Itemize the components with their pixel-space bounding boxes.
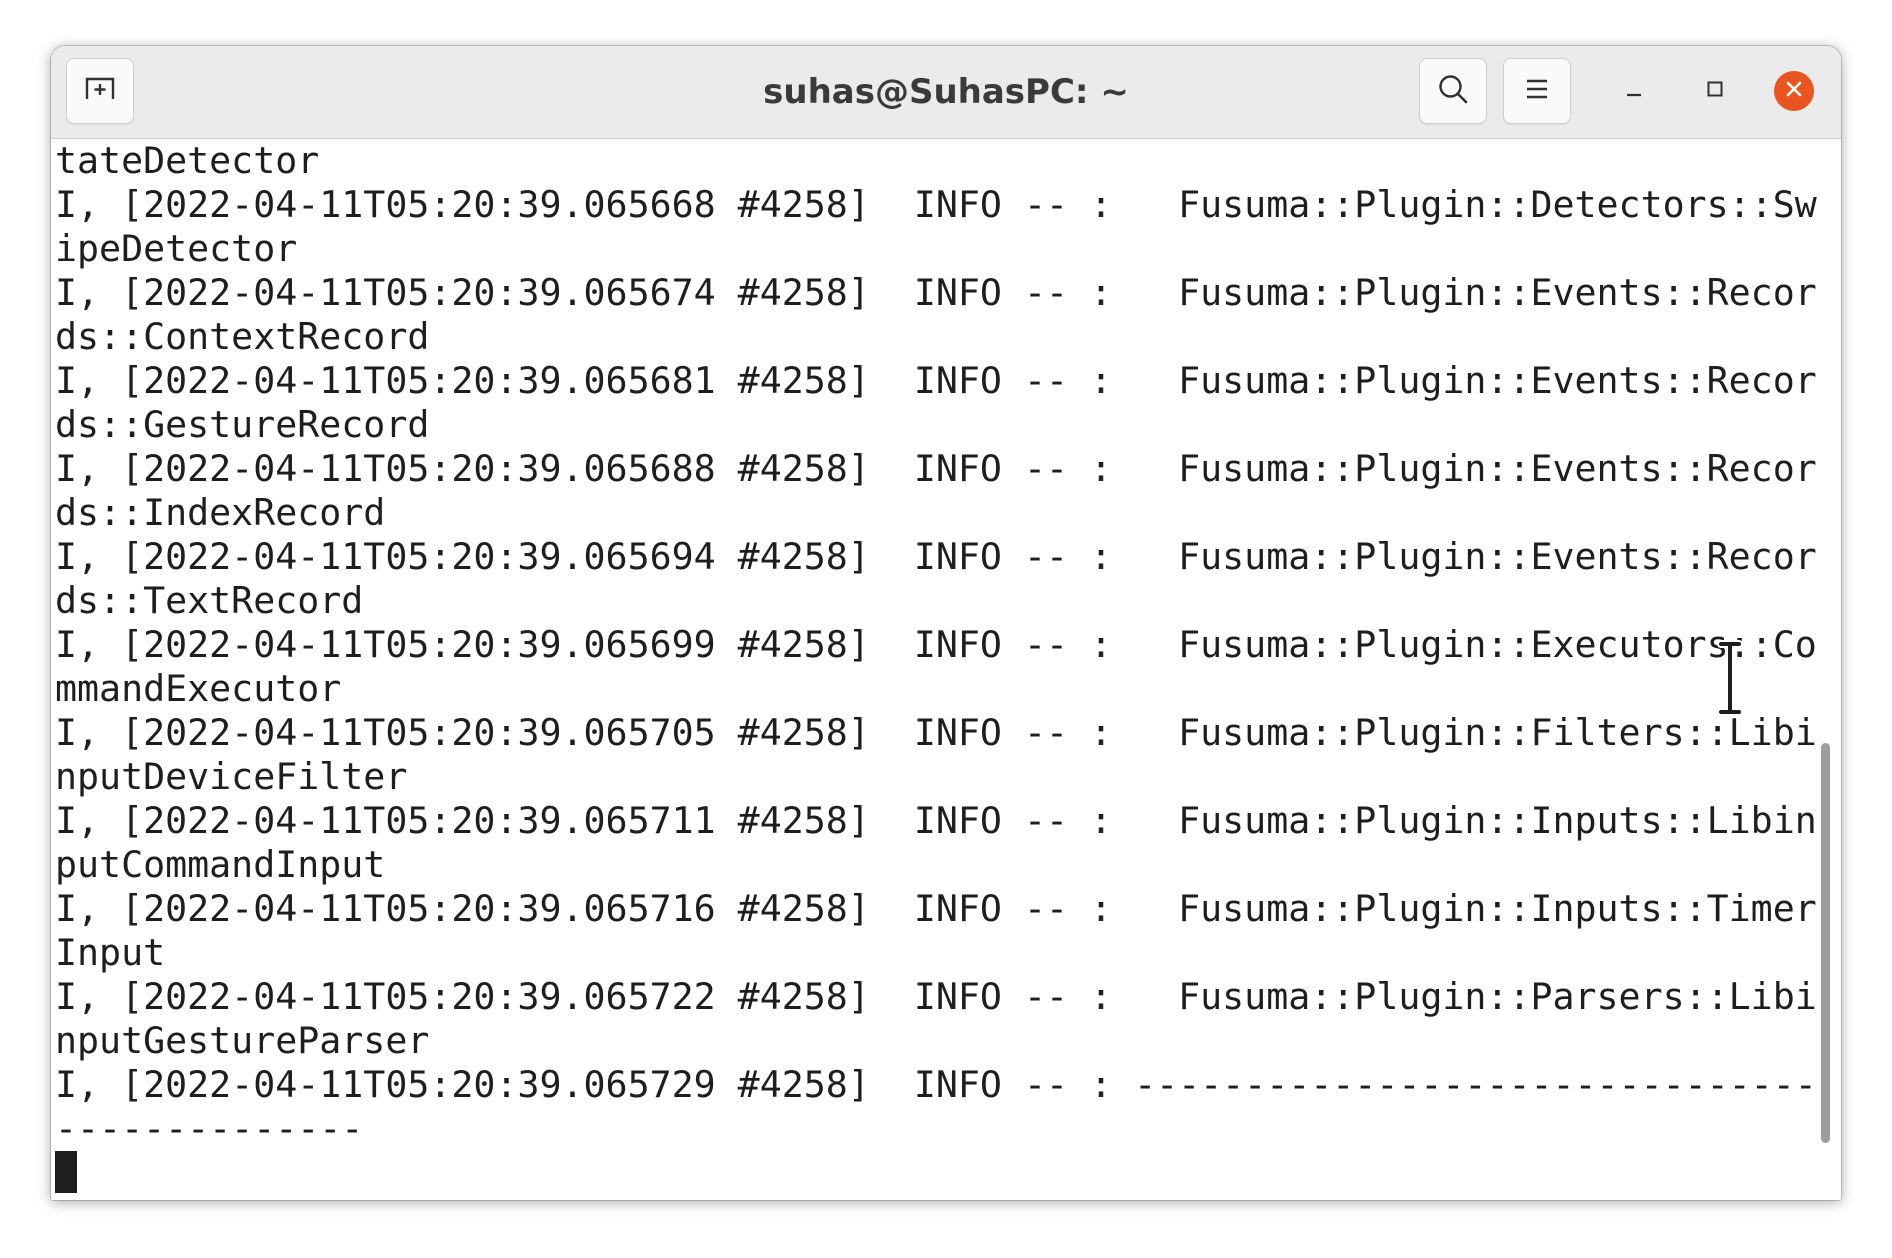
vertical-scrollbar[interactable]: [1821, 743, 1830, 1143]
maximize-icon: [1705, 79, 1725, 104]
terminal-line: I, [2022-04-11T05:20:39.065716 #4258] IN…: [55, 887, 1817, 930]
minimize-button[interactable]: [1614, 71, 1654, 111]
window-title: suhas@SuhasPC: ~: [763, 72, 1129, 112]
ibeam-cursor-icon: [1715, 639, 1745, 717]
terminal-line: I, [2022-04-11T05:20:39.065688 #4258] IN…: [55, 447, 1817, 490]
terminal-line: I, [2022-04-11T05:20:39.065681 #4258] IN…: [55, 359, 1817, 402]
terminal-line: ds::IndexRecord: [55, 491, 386, 534]
menu-button[interactable]: [1503, 58, 1571, 124]
close-icon: [1785, 80, 1803, 103]
terminal-line: I, [2022-04-11T05:20:39.065705 #4258] IN…: [55, 711, 1817, 754]
text-cursor: [55, 1151, 77, 1193]
maximize-button[interactable]: [1695, 71, 1735, 111]
terminal-output[interactable]: tateDetector I, [2022-04-11T05:20:39.065…: [51, 139, 1841, 1200]
terminal-lines: tateDetector I, [2022-04-11T05:20:39.065…: [55, 139, 1817, 1195]
terminal-line: nputDeviceFilter: [55, 755, 408, 798]
terminal-line: I, [2022-04-11T05:20:39.065674 #4258] IN…: [55, 271, 1817, 314]
terminal-line: --------------: [55, 1107, 364, 1150]
terminal-line: ipeDetector: [55, 227, 298, 270]
terminal-line: ds::TextRecord: [55, 579, 364, 622]
terminal-line: ds::ContextRecord: [55, 315, 430, 358]
new-tab-button[interactable]: [66, 58, 134, 124]
terminal-line: I, [2022-04-11T05:20:39.065668 #4258] IN…: [55, 183, 1817, 226]
search-icon: [1437, 73, 1469, 110]
terminal-line: nputGestureParser: [55, 1019, 430, 1062]
terminal-line: putCommandInput: [55, 843, 386, 886]
new-tab-icon: [84, 75, 116, 108]
terminal-line: ds::GestureRecord: [55, 403, 430, 446]
minimize-icon: [1624, 79, 1644, 104]
terminal-line: I, [2022-04-11T05:20:39.065722 #4258] IN…: [55, 975, 1817, 1018]
terminal-window: suhas@SuhasPC: ~ tateDetector I, [2022-0…: [51, 46, 1841, 1200]
terminal-line: I, [2022-04-11T05:20:39.065694 #4258] IN…: [55, 535, 1817, 578]
terminal-line: tateDetector: [55, 139, 320, 182]
header-bar: suhas@SuhasPC: ~: [51, 46, 1841, 139]
close-button[interactable]: [1774, 71, 1814, 111]
terminal-line: I, [2022-04-11T05:20:39.065699 #4258] IN…: [55, 623, 1817, 666]
terminal-line: mmandExecutor: [55, 667, 342, 710]
terminal-line: I, [2022-04-11T05:20:39.065711 #4258] IN…: [55, 799, 1817, 842]
terminal-line: I, [2022-04-11T05:20:39.065729 #4258] IN…: [55, 1063, 1817, 1106]
hamburger-menu-icon: [1524, 77, 1550, 106]
terminal-prompt-line[interactable]: [55, 1151, 1817, 1195]
terminal-line: Input: [55, 931, 166, 974]
search-button[interactable]: [1419, 58, 1487, 124]
